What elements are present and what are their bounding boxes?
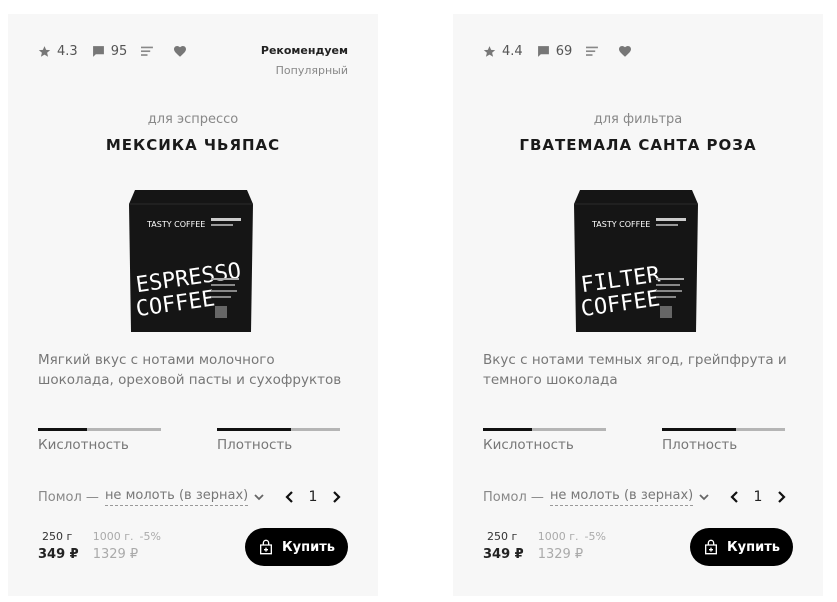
grind-value[interactable]: не молоть (в зернах) bbox=[104, 488, 249, 506]
chevron-down-icon[interactable] bbox=[697, 492, 711, 502]
product-description: Мягкий вкус с нотами молочного шоколада,… bbox=[38, 352, 342, 388]
price-option-small[interactable]: 250 г 349 ₽ bbox=[38, 530, 79, 562]
buy-button[interactable]: Купить bbox=[245, 528, 348, 566]
product-card[interactable]: 4.4 69 для фильтра ГВАТЕМАЛА САНТА РОЗА … bbox=[453, 14, 823, 596]
grind-label: Помол — bbox=[483, 489, 544, 505]
density-bar bbox=[217, 428, 340, 431]
quantity-value: 1 bbox=[753, 489, 763, 505]
buy-button[interactable]: Купить bbox=[690, 528, 793, 566]
heart-icon bbox=[619, 46, 632, 57]
comments[interactable]: 95 bbox=[92, 44, 128, 59]
product-title[interactable]: МЕКСИКА ЧЬЯПАС bbox=[8, 136, 378, 154]
acidity-bar bbox=[38, 428, 161, 431]
quantity-increase-button[interactable] bbox=[328, 488, 344, 506]
shopping-bag-icon bbox=[705, 539, 718, 555]
favorite-button[interactable] bbox=[619, 46, 637, 57]
star-icon bbox=[38, 46, 51, 57]
tag-recommended: Рекомендуем bbox=[260, 44, 348, 57]
weight-small: 250 г bbox=[487, 530, 518, 543]
price-option-large[interactable]: 1000 г. -5% 1329 ₽ bbox=[538, 530, 606, 562]
favorite-button[interactable] bbox=[174, 46, 192, 57]
chevron-left-icon bbox=[285, 491, 293, 503]
buy-label: Купить bbox=[727, 539, 780, 555]
comments-count: 95 bbox=[110, 44, 128, 59]
rating: 4.3 bbox=[38, 44, 78, 59]
product-title[interactable]: ГВАТЕМАЛА САНТА РОЗА bbox=[453, 136, 823, 154]
density-label: Плотность bbox=[217, 437, 293, 453]
price-large: 1329 ₽ bbox=[537, 547, 584, 562]
quantity-decrease-button[interactable] bbox=[727, 488, 743, 506]
comments[interactable]: 69 bbox=[537, 44, 573, 59]
quantity-value: 1 bbox=[308, 489, 318, 505]
star-icon bbox=[483, 46, 496, 57]
details-button[interactable] bbox=[586, 46, 605, 57]
heart-icon bbox=[174, 46, 187, 57]
weight-large: 1000 г. bbox=[92, 530, 134, 543]
acidity-meter: Кислотность bbox=[38, 428, 161, 453]
product-image[interactable]: TASTY COFFEE ESPRESSO COFFEE bbox=[121, 182, 261, 338]
price-small: 349 ₽ bbox=[483, 547, 524, 562]
bag-brand: TASTY COFFEE bbox=[591, 220, 650, 229]
details-button[interactable] bbox=[141, 46, 160, 57]
price-block: 250 г 349 ₽ 1000 г. -5% 1329 ₽ bbox=[38, 530, 175, 562]
grind-value[interactable]: не молоть (в зернах) bbox=[549, 488, 694, 506]
chevron-right-icon bbox=[333, 491, 341, 503]
product-kind: для фильтра bbox=[593, 112, 683, 127]
shopping-bag-icon bbox=[260, 539, 273, 555]
quantity-stepper: 1 bbox=[727, 488, 789, 506]
product-stats: 4.3 95 bbox=[38, 44, 206, 59]
comment-icon bbox=[537, 46, 549, 57]
grind-selector: Помол — не молоть (в зернах) bbox=[38, 488, 266, 506]
density-meter: Плотность bbox=[662, 428, 785, 453]
chevron-down-icon[interactable] bbox=[252, 492, 266, 502]
product-description: Вкус с нотами темных ягод, грейпфрута и … bbox=[483, 352, 787, 388]
price-small: 349 ₽ bbox=[38, 547, 79, 562]
density-meter: Плотность bbox=[217, 428, 340, 453]
price-block: 250 г 349 ₽ 1000 г. -5% 1329 ₽ bbox=[483, 530, 620, 562]
price-option-small[interactable]: 250 г 349 ₽ bbox=[483, 530, 524, 562]
rating-value: 4.4 bbox=[502, 44, 523, 59]
acidity-label: Кислотность bbox=[483, 437, 574, 453]
product-card[interactable]: 4.3 95 Рекомендуем Популярный для эспрес… bbox=[8, 14, 378, 596]
chevron-left-icon bbox=[730, 491, 738, 503]
bag-brand: TASTY COFFEE bbox=[146, 220, 205, 229]
price-option-large[interactable]: 1000 г. -5% 1329 ₽ bbox=[93, 530, 161, 562]
chevron-right-icon bbox=[778, 491, 786, 503]
list-icon bbox=[141, 46, 154, 56]
weight-large: 1000 г. bbox=[537, 530, 579, 543]
weight-small: 250 г bbox=[42, 530, 73, 543]
discount: -5% bbox=[139, 530, 161, 543]
discount: -5% bbox=[584, 530, 606, 543]
grind-dropdown[interactable]: не молоть (в зернах) bbox=[104, 488, 266, 506]
list-icon bbox=[586, 46, 599, 56]
product-grid: 4.3 95 Рекомендуем Популярный для эспрес… bbox=[0, 0, 837, 602]
tag-popular: Популярный bbox=[275, 64, 348, 77]
grind-label: Помол — bbox=[38, 489, 99, 505]
price-large: 1329 ₽ bbox=[92, 547, 139, 562]
product-kind: для эспрессо bbox=[147, 112, 239, 127]
product-tags: Рекомендуем Популярный bbox=[261, 44, 348, 78]
quantity-decrease-button[interactable] bbox=[282, 488, 298, 506]
density-label: Плотность bbox=[662, 437, 738, 453]
rating-value: 4.3 bbox=[57, 44, 78, 59]
product-image[interactable]: TASTY COFFEE FILTER COFFEE bbox=[566, 182, 706, 338]
product-stats: 4.4 69 bbox=[483, 44, 651, 59]
acidity-bar bbox=[483, 428, 606, 431]
rating: 4.4 bbox=[483, 44, 523, 59]
comments-count: 69 bbox=[555, 44, 573, 59]
grind-selector: Помол — не молоть (в зернах) bbox=[483, 488, 711, 506]
buy-label: Купить bbox=[282, 539, 335, 555]
grind-dropdown[interactable]: не молоть (в зернах) bbox=[549, 488, 711, 506]
quantity-increase-button[interactable] bbox=[773, 488, 789, 506]
acidity-label: Кислотность bbox=[38, 437, 129, 453]
acidity-meter: Кислотность bbox=[483, 428, 606, 453]
quantity-stepper: 1 bbox=[282, 488, 344, 506]
density-bar bbox=[662, 428, 785, 431]
comment-icon bbox=[92, 46, 104, 57]
